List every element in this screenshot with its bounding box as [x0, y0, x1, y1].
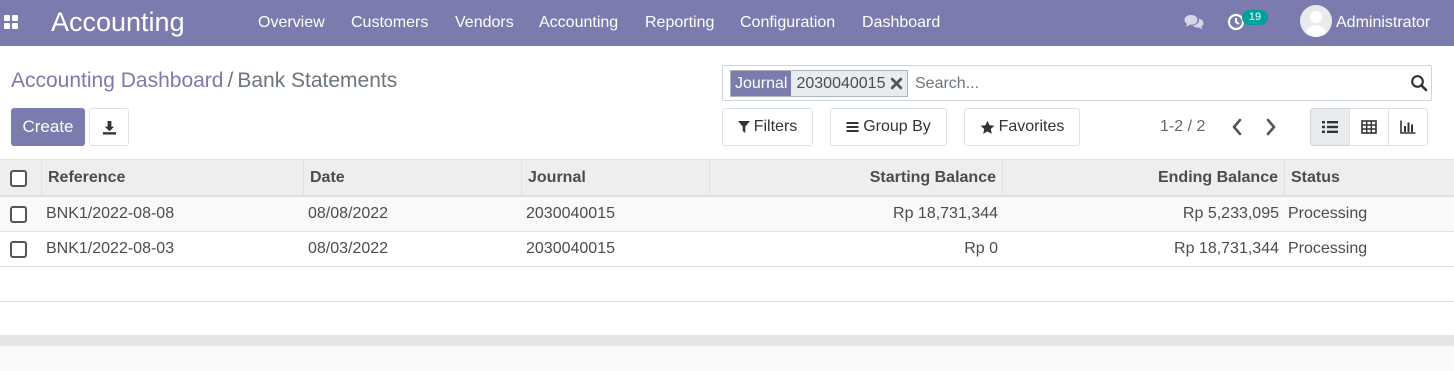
- column-header-date[interactable]: Date: [303, 160, 521, 196]
- cell-journal: 2030040015: [526, 240, 615, 257]
- favorites-label: Favorites: [998, 118, 1065, 135]
- nav-item-overview[interactable]: Overview: [258, 13, 325, 33]
- column-header-reference[interactable]: Reference: [41, 160, 304, 196]
- cell-reference: BNK1/2022-08-03: [46, 240, 175, 257]
- cell-starting-balance: Rp 18,731,344: [893, 205, 998, 222]
- group-by-label: Group By: [863, 118, 931, 135]
- filters-button[interactable]: Filters: [722, 108, 813, 146]
- view-switcher: [1310, 108, 1432, 146]
- cell-date: 08/03/2022: [308, 240, 389, 257]
- activity-count-badge: 19: [1242, 10, 1268, 25]
- search-bar: Journal 2030040015: [722, 65, 1432, 101]
- table-row[interactable]: BNK1/2022-08-03 08/03/2022 2030040015 Rp…: [0, 232, 1454, 267]
- nav-item-configuration[interactable]: Configuration: [740, 13, 835, 33]
- filters-label: Filters: [753, 118, 798, 135]
- pager-value[interactable]: 1-2 / 2: [1160, 118, 1205, 136]
- star-icon: [980, 120, 995, 134]
- group-by-button[interactable]: Group By: [830, 108, 947, 146]
- table-row[interactable]: BNK1/2022-08-08 08/08/2022 2030040015 Rp…: [0, 197, 1454, 232]
- cell-ending-balance: Rp 5,233,095: [1182, 205, 1279, 222]
- app-title[interactable]: Accounting: [51, 6, 185, 38]
- download-icon: [102, 120, 117, 135]
- row-checkbox[interactable]: [10, 206, 27, 223]
- cell-journal: 2030040015: [526, 205, 615, 222]
- search-facet-journal: Journal 2030040015: [730, 70, 909, 97]
- select-all-checkbox[interactable]: [10, 170, 27, 187]
- favorites-button[interactable]: Favorites: [964, 108, 1080, 146]
- cell-status: Processing: [1288, 205, 1368, 222]
- top-navbar: Accounting Overview Customers Vendors Ac…: [0, 0, 1454, 46]
- column-header-ending-balance[interactable]: Ending Balance: [1002, 160, 1284, 196]
- cell-reference: BNK1/2022-08-08: [46, 205, 175, 222]
- list-bars-icon: [846, 122, 859, 132]
- avatar[interactable]: [1300, 5, 1332, 37]
- table-header: Reference Date Journal Starting Balance …: [0, 159, 1454, 197]
- table-grid-icon: [1361, 120, 1377, 134]
- facet-value-wrap: 2030040015: [791, 71, 908, 96]
- breadcrumb-parent-link[interactable]: Accounting Dashboard: [11, 69, 223, 92]
- pivot-view-button[interactable]: [1349, 108, 1389, 146]
- apps-menu-icon[interactable]: [4, 15, 20, 31]
- download-button[interactable]: [89, 108, 129, 146]
- graph-view-button[interactable]: [1388, 108, 1428, 146]
- search-icon[interactable]: [1410, 74, 1428, 92]
- search-input[interactable]: [915, 73, 1395, 95]
- user-menu[interactable]: Administrator: [1336, 13, 1430, 33]
- cell-date: 08/08/2022: [308, 205, 389, 222]
- column-header-journal[interactable]: Journal: [521, 160, 709, 196]
- pager-next-icon[interactable]: [1264, 117, 1278, 137]
- chat-icon[interactable]: [1184, 13, 1204, 31]
- facet-value: 2030040015: [796, 75, 886, 92]
- nav-item-customers[interactable]: Customers: [351, 13, 428, 33]
- row-checkbox[interactable]: [10, 241, 27, 258]
- nav-item-accounting[interactable]: Accounting: [539, 13, 618, 33]
- cell-ending-balance: Rp 18,731,344: [1174, 240, 1279, 257]
- pager-previous-icon[interactable]: [1230, 117, 1244, 137]
- list-view-button[interactable]: [1310, 108, 1350, 146]
- bar-chart-icon: [1400, 120, 1416, 134]
- facet-category: Journal: [731, 71, 792, 96]
- nav-item-vendors[interactable]: Vendors: [455, 13, 514, 33]
- nav-item-reporting[interactable]: Reporting: [645, 13, 714, 33]
- breadcrumb: Accounting Dashboard / Bank Statements: [11, 68, 397, 94]
- empty-row: [0, 267, 1454, 302]
- nav-item-dashboard[interactable]: Dashboard: [862, 13, 940, 33]
- table-footer: [0, 335, 1454, 346]
- cell-status: Processing: [1288, 240, 1368, 257]
- filter-icon: [737, 121, 750, 133]
- list-view-icon: [1322, 121, 1338, 133]
- breadcrumb-separator: /: [227, 69, 234, 92]
- remove-facet-icon[interactable]: [890, 77, 903, 90]
- cell-starting-balance: Rp 0: [964, 240, 998, 257]
- page-title: Bank Statements: [237, 69, 398, 92]
- create-button[interactable]: Create: [11, 108, 85, 146]
- column-header-status[interactable]: Status: [1284, 160, 1454, 196]
- page-background: [0, 346, 1454, 371]
- column-header-starting-balance[interactable]: Starting Balance: [709, 160, 1002, 196]
- empty-row: [0, 302, 1454, 337]
